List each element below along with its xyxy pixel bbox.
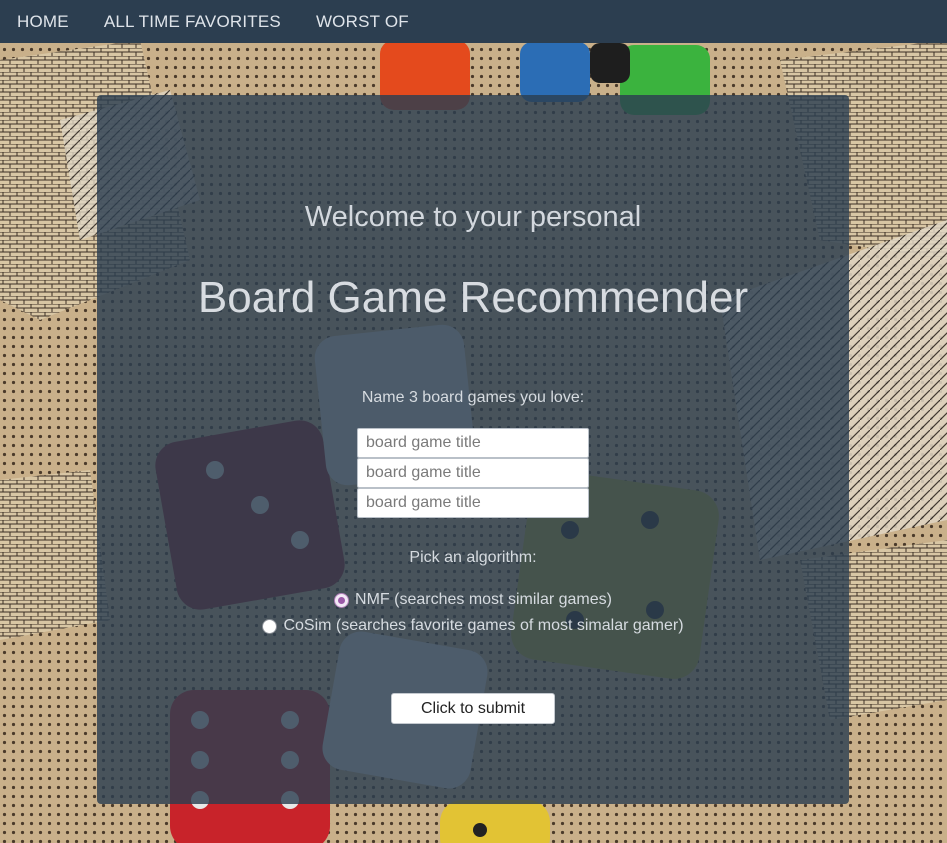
algorithm-option-cosim-label: CoSim (searches favorite games of most s… <box>283 617 684 634</box>
page-title: Board Game Recommender <box>197 273 749 322</box>
game-input-group <box>357 428 589 518</box>
recommender-card: Welcome to your personal Board Game Reco… <box>97 95 849 804</box>
algorithm-label: Pick an algorithm: <box>409 549 537 566</box>
game-title-input-2[interactable] <box>357 458 589 488</box>
games-prompt-label: Name 3 board games you love: <box>361 389 585 406</box>
nav-link-home[interactable]: HOME <box>17 12 69 32</box>
algorithm-option-nmf-label: NMF (searches most similar games) <box>355 591 612 608</box>
nav-link-worst-of[interactable]: WORST OF <box>316 12 409 32</box>
game-title-input-3[interactable] <box>357 488 589 518</box>
welcome-heading: Welcome to your personal <box>304 201 642 233</box>
radio-button-nmf[interactable] <box>334 592 350 608</box>
algorithm-option-cosim[interactable]: CoSim (searches favorite games of most s… <box>97 617 849 635</box>
top-navbar: HOME ALL TIME FAVORITES WORST OF <box>0 0 947 43</box>
radio-button-cosim[interactable] <box>262 618 278 634</box>
game-title-input-1[interactable] <box>357 428 589 458</box>
submit-button[interactable]: Click to submit <box>391 693 555 724</box>
nav-link-all-time-favorites[interactable]: ALL TIME FAVORITES <box>104 12 281 32</box>
algorithm-option-nmf[interactable]: NMF (searches most similar games) <box>97 591 849 609</box>
